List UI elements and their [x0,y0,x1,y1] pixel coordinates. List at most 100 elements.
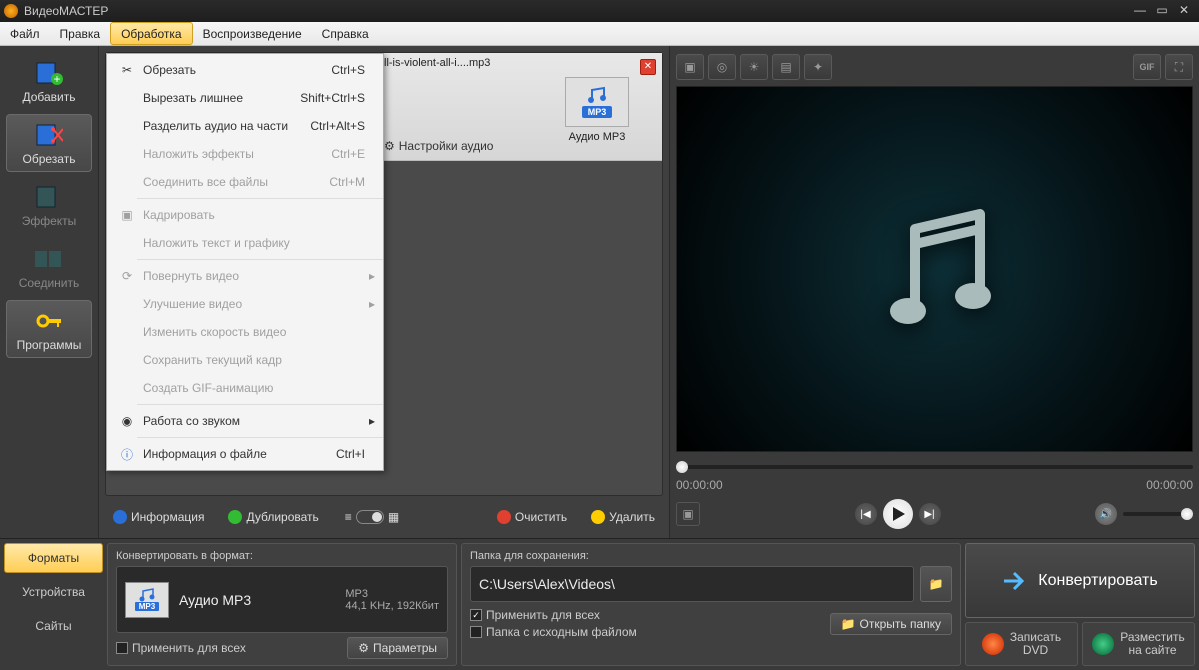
info-icon: ⓘ [115,446,139,463]
tab-sites[interactable]: Сайты [4,611,103,641]
titlebar: ВидеоМАСТЕР — ▭ ✕ [0,0,1199,22]
menu-gif: Создать GIF-анимацию [107,374,383,402]
menu-trim[interactable]: ✂ОбрезатьCtrl+S [107,56,383,84]
sidebar-add[interactable]: + Добавить [6,52,92,110]
fullscreen-button[interactable]: ⛶ [1165,54,1193,80]
action-bar: Информация Дублировать ≡ ▦ Очистить Удал… [105,502,663,532]
tab-devices[interactable]: Устройства [4,577,103,607]
source-folder-checkbox[interactable]: Папка с исходным файлом [470,625,637,639]
tab-formats[interactable]: Форматы [4,543,103,573]
preview-display [676,86,1193,452]
film-join-icon [33,245,65,273]
svg-text:+: + [53,72,60,85]
bottom-panel: Форматы Устройства Сайты Конвертировать … [0,538,1199,670]
gif-tool-button[interactable]: GIF [1133,54,1161,80]
crop-tool-button[interactable]: ▣ [676,54,704,80]
menu-enhance: Улучшение видео▸ [107,290,383,318]
format-apply-all-checkbox[interactable]: Применить для всех [116,641,246,655]
publish-button[interactable]: Разместить на сайте [1082,622,1195,666]
format-panel-label: Конвертировать в формат: [116,550,448,562]
menu-edit[interactable]: Правка [50,22,111,45]
file-title: ll-is-violent-all-i....mp3 [384,57,490,69]
convert-button[interactable]: Конвертировать [965,543,1195,618]
app-icon [4,4,18,18]
menu-effects: Наложить эффектыCtrl+E [107,140,383,168]
preview-toolbar: ▣ ◎ ☀ ▤ ✦ GIF ⛶ [676,52,1193,82]
menubar: Файл Правка Обработка Воспроизведение Сп… [0,22,1199,46]
app-title: ВидеоМАСТЕР [24,4,108,18]
sidebar-trim[interactable]: Обрезать [6,114,92,172]
delete-button[interactable]: Удалить [583,507,663,527]
menu-file[interactable]: Файл [0,22,50,45]
folder-icon: 📁 [841,617,856,631]
screenshot-button[interactable]: ▣ [676,502,700,526]
info-button[interactable]: Информация [105,507,212,527]
film-tool-button[interactable]: ▤ [772,54,800,80]
menu-cut-extra[interactable]: Вырезать лишнееShift+Ctrl+S [107,84,383,112]
duplicate-button[interactable]: Дублировать [220,507,326,527]
disc-icon: ◉ [115,414,139,428]
file-list: ll-is-violent-all-i....mp3 ✕ ⚙ Настройки… [105,52,663,496]
sidebar-join[interactable]: Соединить [6,238,92,296]
menu-processing[interactable]: Обработка [110,22,193,45]
film-cut-icon [33,121,65,149]
next-button[interactable]: ▶| [919,503,941,525]
open-folder-button[interactable]: 📁Открыть папку [830,613,952,635]
menu-split-audio[interactable]: Разделить аудио на частиCtrl+Alt+S [107,112,383,140]
volume-slider[interactable] [1123,512,1193,516]
format-selector[interactable]: MP3 Аудио MP3 MP3 44,1 KHz, 192Кбит [116,566,448,633]
brightness-tool-button[interactable]: ☀ [740,54,768,80]
volume-button[interactable]: 🔊 [1095,503,1117,525]
play-button[interactable] [883,499,913,529]
film-plus-icon: + [33,59,65,87]
speed-tool-button[interactable]: ✦ [804,54,832,80]
menu-help[interactable]: Справка [312,22,379,45]
close-button[interactable]: ✕ [1173,4,1195,18]
globe-icon [1092,633,1114,655]
file-remove-button[interactable]: ✕ [640,59,656,75]
menu-save-frame: Сохранить текущий кадр [107,346,383,374]
seek-thumb[interactable] [676,461,688,473]
time-total: 00:00:00 [1146,478,1193,492]
sidebar: + Добавить Обрезать Эффекты Соединить Пр… [0,46,99,538]
minus-icon [591,510,605,524]
menu-speed: Изменить скорость видео [107,318,383,346]
seek-bar[interactable] [676,458,1193,476]
prev-button[interactable]: |◀ [855,503,877,525]
parameters-button[interactable]: ⚙Параметры [347,637,448,659]
music-note-icon [138,588,156,602]
view-toggle[interactable]: ≡ ▦ [345,510,399,524]
output-path-input[interactable]: C:\Users\Alex\Videos\ [470,566,914,602]
menu-rotate: ⟳Повернуть видео▸ [107,262,383,290]
output-panel-label: Папка для сохранения: [470,550,952,562]
camera-tool-button[interactable]: ◎ [708,54,736,80]
output-apply-all-checkbox[interactable]: ✓Применить для всех [470,608,637,622]
preview-panel: ▣ ◎ ☀ ▤ ✦ GIF ⛶ 00:00:00 00:00:00 ▣ [669,46,1199,538]
info-icon [113,510,127,524]
sidebar-programs[interactable]: Программы [6,300,92,358]
menu-file-info[interactable]: ⓘИнформация о файлеCtrl+I [107,440,383,468]
menu-audio-work[interactable]: ◉Работа со звуком▸ [107,407,383,435]
list-view-icon[interactable]: ≡ [345,510,352,524]
sidebar-effects[interactable]: Эффекты [6,176,92,234]
clear-button[interactable]: Очистить [489,507,575,527]
minimize-button[interactable]: — [1129,4,1151,18]
audio-settings-link[interactable]: ⚙ Настройки аудио [384,139,493,153]
file-format-box[interactable]: MP3 Аудио MP3 [560,77,634,143]
menu-join-all: Соединить все файлыCtrl+M [107,168,383,196]
browse-button[interactable]: 📁 [920,566,952,602]
scissors-icon: ✂ [115,63,139,77]
rotate-icon: ⟳ [115,269,139,283]
menu-playback[interactable]: Воспроизведение [193,22,312,45]
film-fx-icon [33,183,65,211]
grid-view-icon[interactable]: ▦ [388,510,399,524]
format-panel: Конвертировать в формат: MP3 Аудио MP3 M… [107,543,457,666]
x-icon [497,510,511,524]
maximize-button[interactable]: ▭ [1151,4,1173,18]
processing-menu: ✂ОбрезатьCtrl+S Вырезать лишнееShift+Ctr… [106,53,384,471]
burn-dvd-button[interactable]: Записать DVD [965,622,1078,666]
menu-overlay: Наложить текст и графику [107,229,383,257]
crop-icon: ▣ [115,208,139,222]
convert-arrow-icon [1002,568,1028,594]
gear-icon: ⚙ [384,139,395,153]
